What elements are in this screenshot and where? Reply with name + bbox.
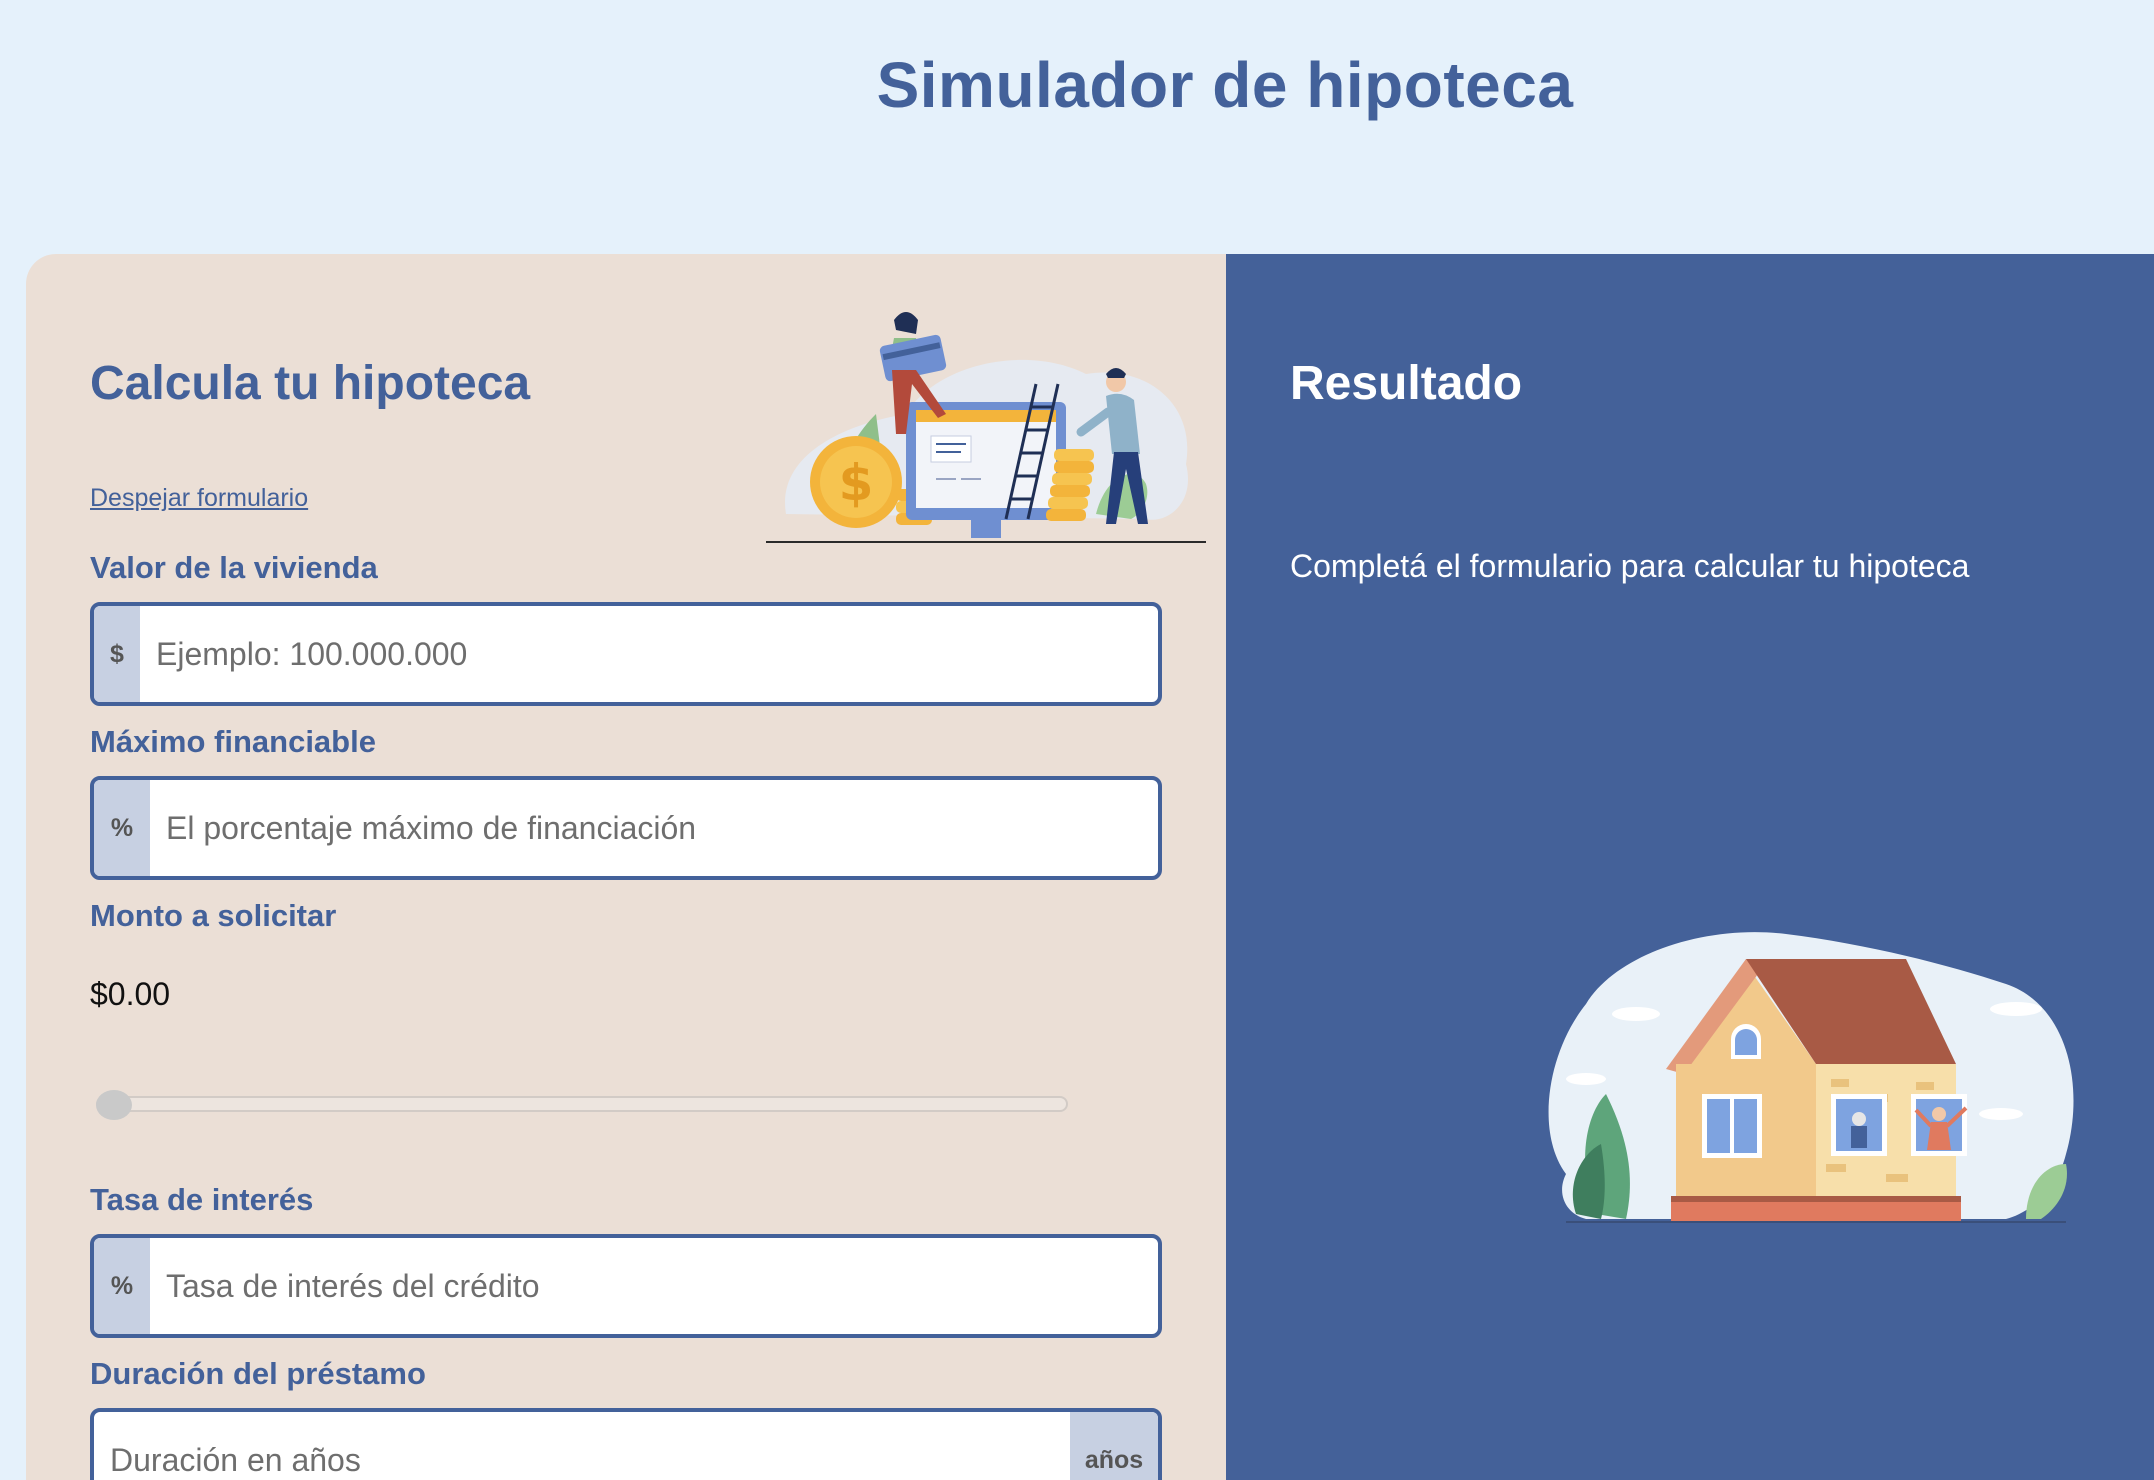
form-panel: Calcula tu hipoteca Despejar formulario … bbox=[26, 254, 1226, 1480]
loan-amount-label: Monto a solicitar bbox=[90, 898, 337, 933]
interest-rate-input[interactable] bbox=[150, 1238, 1158, 1334]
max-financing-label: Máximo financiable bbox=[90, 724, 376, 759]
mortgage-calculator-card: Calcula tu hipoteca Despejar formulario … bbox=[26, 254, 2154, 1480]
loan-amount-slider-track[interactable] bbox=[96, 1096, 1068, 1112]
duration-field: años bbox=[90, 1408, 1162, 1480]
loan-amount-slider-thumb[interactable] bbox=[96, 1090, 132, 1120]
dollar-prefix: $ bbox=[94, 606, 140, 702]
home-value-field: $ bbox=[90, 602, 1162, 706]
interest-rate-field: % bbox=[90, 1234, 1162, 1338]
svg-text:$: $ bbox=[839, 454, 874, 512]
page-title: Simulador de hipoteca bbox=[876, 49, 1574, 121]
max-financing-field: % bbox=[90, 776, 1162, 880]
percent-prefix: % bbox=[94, 780, 150, 876]
result-title: Resultado bbox=[1290, 357, 1523, 410]
duration-label: Duración del préstamo bbox=[90, 1356, 426, 1391]
clear-form-link[interactable]: Despejar formulario bbox=[90, 484, 308, 513]
result-panel: Resultado Completá el formulario para ca… bbox=[1226, 254, 2154, 1480]
loan-amount-value: $0.00 bbox=[90, 976, 171, 1012]
home-value-label: Valor de la vivienda bbox=[90, 550, 378, 585]
interest-rate-label: Tasa de interés bbox=[90, 1182, 314, 1217]
years-suffix: años bbox=[1070, 1412, 1158, 1480]
form-title: Calcula tu hipoteca bbox=[90, 357, 531, 410]
duration-input[interactable] bbox=[94, 1412, 1070, 1480]
percent-prefix: % bbox=[94, 1238, 150, 1334]
home-value-input[interactable] bbox=[140, 606, 1158, 702]
result-message: Completá el formulario para calcular tu … bbox=[1290, 548, 1970, 584]
house-illustration-icon bbox=[1548, 932, 2074, 1223]
finance-illustration-icon: $ bbox=[766, 312, 1206, 543]
max-financing-input[interactable] bbox=[150, 780, 1158, 876]
